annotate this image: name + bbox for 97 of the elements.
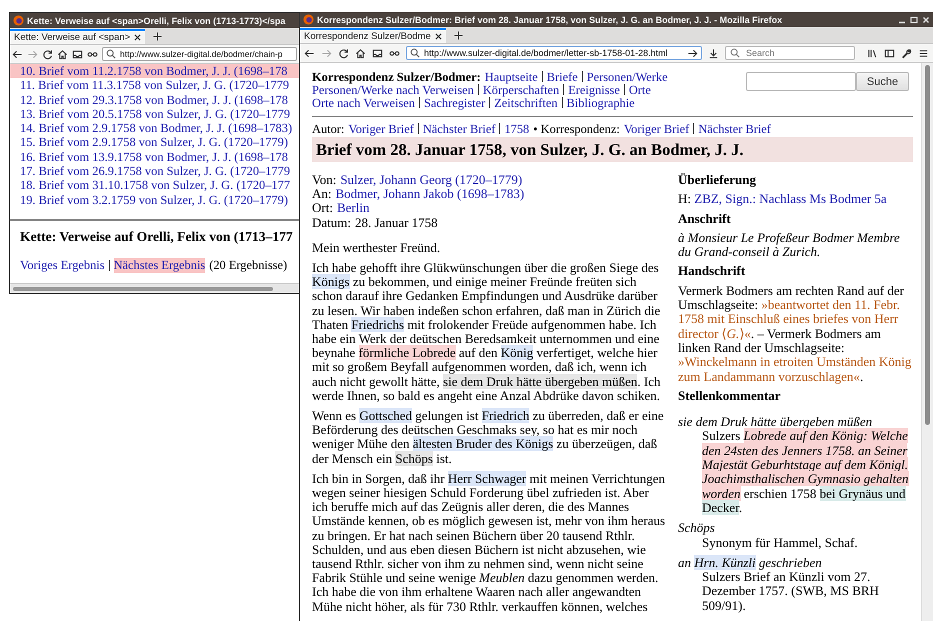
result-link[interactable]: 10. Brief vom 11.2.1758 von Bodmer, J. J. (1698–178 <box>10 64 299 78</box>
nav-link[interactable]: Orte <box>628 83 651 97</box>
search-icon <box>410 48 420 58</box>
source-link[interactable]: ZBZ, Sign.: Nachlass Ms Bodmer 5a <box>694 191 887 206</box>
meta-label: Datum: <box>312 214 351 230</box>
section-heading: Überlieferung <box>678 173 757 188</box>
tray-icon[interactable] <box>72 48 83 60</box>
site-name: Korrespondenz Sulzer/Bodmer: <box>312 70 481 84</box>
pager-link[interactable]: Voriges Ergebnis <box>20 258 105 273</box>
close-icon[interactable] <box>434 33 442 40</box>
nav-link[interactable]: Personen/Werke <box>586 70 668 84</box>
nav-link[interactable]: Zeitschriften <box>494 96 558 110</box>
vertical-scrollbar[interactable] <box>921 63 933 621</box>
meta-link[interactable]: Bodmer, Johann Jakob (1698–1783) <box>336 186 524 202</box>
tray-icon[interactable] <box>372 48 383 58</box>
result-link[interactable]: 18. Brief vom 31.10.1758 von Sulzer, J. G. (1720–177 <box>10 178 299 193</box>
letter-paragraph: Ich bin in Sorgen, daß ihr Herr Schwager mit meinen Verrichtungen wegen seiner hiesigen Schuld Forderung übel zufrieden ist. Aber ich beruffe mich auf das Zeügnis aller deren, die des Mannes Umstände kennen, ob es möglich gewesen ist, mehr von ihm heraus zu bringen. Er hat nach seinen Büchern über 20 tausend Rthlr. Schulden, und aus eben diesen Büchern ist nicht abzusehen, wie tausend Rthlr. sicher von ihm zu nehmen sind, wenn nicht seine Fabrik Stühle und seine wenige Meublen dazu genommen werden. Ich habe die von ihm erhaltene Waaren nach aller angewandten Mühe nicht höher, als für 730 Rthlr. verkauffen können, welches <box>312 472 666 614</box>
letter-paragraph: Ich habe gehofft ihre Glükwünschungen über die großen Siege des Königs zu bekommen, und einige meiner Freünde freüten sich schon darauf ihre Gedanken Empfindungen und Ausdrüke darüber zu lesen. Wir haben indeßen schon erfahren, daß man in Zürich die Thaten Friedrichs mit frolokender Freüde aufgenommen habe. Ich habe ein Werk der deütschen Beredsamkeit unternommen und eine beynahe förmliche Lobrede auf den König verfertiget, welche hier mit so großem Beyfall aufgenommen worden, daß ich, wenn ich auch nicht gewollt hätte, sie dem Druk hätte übergeben müßen. Ich werde Ihnen, so bald es angeht eine Anzal Abdrüke davon schiken. <box>312 261 662 404</box>
letter-nav-link[interactable]: Nächster Brief <box>422 122 496 136</box>
section-heading: Anschrift <box>678 212 732 226</box>
result-link[interactable]: 11. Brief vom 11.3.1758 von Sulzer, J. G. (1720–1779 <box>10 78 299 93</box>
new-tab-icon[interactable] <box>153 32 162 41</box>
nav-link[interactable]: Ereignisse <box>568 83 620 97</box>
maximize-icon[interactable] <box>910 16 918 24</box>
result-link[interactable]: 19. Brief vom 3.2.1759 von Sulzer, J. G. (1720–1779) <box>10 192 299 207</box>
commentary-note: Synonym für Hammel, Schaf. <box>702 536 859 550</box>
commentary-lemma: sie dem Druk hätte übergeben müßen <box>678 415 874 430</box>
address-bar[interactable]: http://www.sulzer-digital.de/bodmer/chain-p <box>102 47 297 61</box>
wrench-icon[interactable] <box>901 48 912 58</box>
letter-nav-link[interactable]: Voriger Brief <box>348 122 414 136</box>
browser-tab[interactable]: Kette: Verweise auf <span> <box>10 29 146 44</box>
result-link[interactable]: 13. Brief vom 20.5.1758 von Sulzer, J. G. (1720–1779 <box>10 106 299 122</box>
chain-heading: Kette: Verweise auf Orelli, Felix von (1713–177 <box>19 228 294 245</box>
letter-nav-link[interactable]: Nächster Brief <box>698 122 771 136</box>
search-icon <box>106 49 116 59</box>
go-arrow-icon[interactable] <box>687 48 698 58</box>
window-title: Kette: Verweise auf <span>Orelli, Felix von (1713-1773)</spa <box>27 16 286 26</box>
commentary-note: Sulzers Brief an Künzli vom 27. Dezember 1757. (SWB, MS BRH 509/91). <box>701 570 880 614</box>
reload-icon[interactable] <box>338 48 349 58</box>
section-text: H: ZBZ, Sign.: Nachlass Ms Bodmer 5a <box>678 192 888 207</box>
meta-link[interactable]: Sulzer, Johann Georg (1720–1779) <box>340 172 522 187</box>
result-link[interactable]: 14. Brief vom 2.9.1758 von Bodmer, J. J. (1698–1783) <box>10 121 299 136</box>
nav-label: Autor: <box>312 122 344 136</box>
sidebar-icon[interactable] <box>884 48 895 58</box>
section-heading: Handschrift <box>678 264 746 279</box>
home-icon[interactable] <box>57 48 68 60</box>
meta-label: An: <box>312 186 332 202</box>
browser-logo-icon <box>13 15 24 26</box>
url-text: http://www.sulzer-digital.de/bodmer/chain-p <box>120 49 283 59</box>
close-icon[interactable] <box>134 34 142 41</box>
section-heading: Stellenkommentar <box>678 388 782 404</box>
nav-link[interactable]: Körperschaften <box>482 83 560 97</box>
nav-link[interactable]: Sachregister <box>424 96 486 110</box>
result-link[interactable]: 12. Brief vom 29.3.1758 von Bodmer, J. J. (1698–178 <box>10 92 299 107</box>
meta-label: Von: <box>312 172 336 187</box>
commentary-note: Sulzers Lobrede auf den König: Welche den 24sten des Jenners 1758. an Seiner Majestät Geburhtstage auf dem Königl. Joachimsthalischen Gymnasio gehalten worden erschien 1758 bei Grynäus und Decker. <box>700 429 910 516</box>
section-text: Vermerk Bodmers am rechten Rand auf der Umschlagseite: »beantwortet den 11. Febr. 1758 mit Einschluß eines briefes von Herr director ⟨G.⟩«. – Vermerk Bodmers am linken Rand der Umschlagseite: »Winckelmann in etroiten Umständen König zum Landammann vorzuschlagen«. <box>678 284 912 384</box>
letter-nav-link[interactable]: Voriger Brief <box>624 122 690 136</box>
result-link[interactable]: 15. Brief vom 2.9.1758 von Sulzer, J. G. (1720–1779) <box>10 135 299 150</box>
nav-link[interactable]: Personen/Werke nach Verweisen <box>312 83 474 97</box>
letter-title: Brief vom 28. Januar 1758, von Sulzer, J. G. an Bodmer, J. J. <box>312 137 913 162</box>
browser-tab[interactable]: Korrespondenz Sulzer/Bodme <box>300 28 446 43</box>
meta-label: Ort: <box>312 200 333 216</box>
section-text: à Monsieur Le Profeßeur Bodmer Membre du Grand-conseil à Zurich. <box>678 230 901 260</box>
meta-link[interactable]: Berlin <box>336 200 370 216</box>
menu-icon[interactable] <box>918 48 929 58</box>
result-link[interactable]: 16. Brief vom 13.9.1758 von Bodmer, J. J. (1698–178 <box>10 150 299 164</box>
new-tab-icon[interactable] <box>454 31 463 40</box>
window-title: Korrespondenz Sulzer/Bodmer: Brief vom 28. Januar 1758, von Sulzer, J. G. an Bodmer, J. J. - Mozilla Firefox <box>317 14 784 24</box>
browser-logo-icon <box>303 14 314 25</box>
commentary-lemma: Schöps <box>678 521 716 536</box>
search-icon <box>730 48 740 58</box>
pager-link[interactable]: Nächstes Ergebnis <box>114 258 206 273</box>
nav-link[interactable]: Hauptseite <box>484 70 538 84</box>
salutation: Mein werthester Freünd. <box>312 240 442 256</box>
site-search-field[interactable] <box>746 72 856 91</box>
result-count: (20 Ergebnisse) <box>209 258 288 273</box>
search-button[interactable]: Suche <box>856 72 909 91</box>
meta-value: 28. Januar 1758 <box>355 214 438 230</box>
nav-label: • Korrespondenz: <box>533 122 620 136</box>
library-icon[interactable] <box>867 48 878 58</box>
nav-link[interactable]: Briefe <box>546 70 578 84</box>
back-arrow-icon[interactable] <box>12 48 23 60</box>
download-icon[interactable] <box>708 48 719 58</box>
address-bar[interactable]: http://www.sulzer-digital.de/bodmer/letter-sb-1758-01-28.html <box>406 46 702 60</box>
letter-nav-link[interactable]: 1758 <box>504 122 530 136</box>
horizontal-scrollbar[interactable] <box>10 283 299 293</box>
result-link[interactable]: 17. Brief vom 26.9.1758 von Sulzer, J. G. (1720–1779 <box>10 164 299 178</box>
home-icon[interactable] <box>355 48 366 58</box>
nav-link[interactable]: Orte nach Verweisen <box>312 96 415 110</box>
letter-paragraph: Wenn es Gottsched gelungen ist Friedrich zu überreden, daß er eine Beförderung des deütschen Geschmaks sey, so hat es mir noch weniger Mühe den ältesten Bruder des Königs zu überzeügen, daß der Mensch ein Schöps ist. <box>312 409 665 466</box>
url-text: http://www.sulzer-digital.de/bodmer/letter-sb-1758-01-28.html <box>424 48 668 58</box>
commentary-lemma: an Hrn. Künzli geschrieben <box>678 556 823 570</box>
nav-link[interactable]: Bibliographie <box>566 96 635 110</box>
search-field[interactable]: Search <box>725 46 855 60</box>
back-arrow-icon[interactable] <box>304 48 315 58</box>
reload-icon[interactable] <box>42 48 53 60</box>
